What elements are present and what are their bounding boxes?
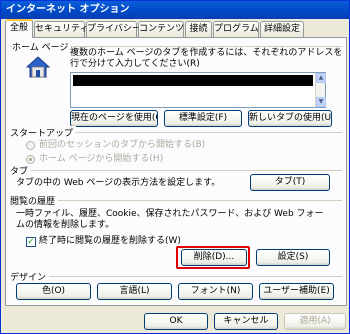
startup-option-last-session: 前回のセッションのタブから開始する(B): [39, 140, 206, 150]
startup-group-title: スタートアップ: [10, 126, 77, 139]
apply-button[interactable]: 適用(A): [284, 313, 346, 330]
delete-on-exit-label: 終了時に閲覧の履歴を削除する(W): [39, 236, 181, 246]
home-description: 複数のホーム ページのタブを作成するには、それぞれのアドレスを行で分けて入力して…: [70, 48, 343, 69]
general-tab-panel: ホーム ページ 複数のホーム ページのタブを作成するには、それぞれのアドレスを行…: [5, 37, 347, 306]
design-group-title: デザイン: [10, 270, 50, 283]
house-icon: [26, 56, 50, 78]
tab-content[interactable]: コンテンツ: [138, 21, 184, 37]
delete-on-exit-checkbox[interactable]: ✓: [26, 237, 36, 247]
tab-security[interactable]: セキュリティ: [34, 21, 88, 37]
internet-options-dialog: インターネット オプション 全般 セキュリティ プライバシー コンテンツ 接続 …: [0, 0, 350, 334]
history-settings-button[interactable]: 設定(S): [256, 249, 330, 266]
tab-strip: 全般 セキュリティ プライバシー コンテンツ 接続 プログラム 詳細設定: [3, 19, 347, 38]
scroll-up-icon[interactable]: ▲: [316, 73, 326, 83]
tab-programs[interactable]: プログラム: [213, 21, 259, 37]
history-description: 一時ファイル、履歴、Cookie、保存されたパスワード、および Web フォーム…: [16, 209, 324, 230]
startup-option-home-page: ホーム ページから開始する(H): [39, 154, 164, 164]
home-page-textarea[interactable]: ▲ ▼: [70, 72, 326, 108]
window-title: インターネット オプション: [6, 4, 130, 15]
title-bar: インターネット オプション: [1, 1, 349, 19]
tabs-description: タブの中の Web ページの表示方法を設定します。: [16, 178, 221, 188]
tab-advanced[interactable]: 詳細設定: [260, 21, 304, 37]
cancel-button[interactable]: キャンセル: [214, 313, 278, 330]
startup-radio-last-session[interactable]: [26, 141, 35, 150]
tab-general[interactable]: 全般: [5, 19, 33, 38]
design-group-line: [10, 276, 342, 277]
startup-radio-home-page[interactable]: [26, 155, 35, 164]
colors-button[interactable]: 色(O): [16, 283, 91, 300]
tabs-settings-button[interactable]: タブ(T): [250, 174, 330, 191]
home-field-scrollbar[interactable]: ▲ ▼: [315, 73, 326, 107]
tab-connections[interactable]: 接続: [185, 21, 212, 37]
use-default-button[interactable]: 標準設定(F): [164, 110, 242, 127]
accessibility-button[interactable]: ユーザー補助(E): [259, 283, 334, 300]
use-new-tab-button[interactable]: 新しいタブの使用(U): [248, 110, 332, 127]
use-current-button[interactable]: 現在のページを使用(C): [70, 110, 158, 127]
home-group-title: ホーム ページ: [12, 40, 72, 53]
tabs-group-title: タブ: [10, 164, 32, 177]
home-page-url-redacted: [73, 75, 313, 86]
ok-button[interactable]: OK: [144, 313, 208, 330]
history-group-title: 閲覧の履歴: [10, 194, 59, 207]
tab-privacy[interactable]: プライバシー: [86, 21, 141, 37]
fonts-button[interactable]: フォント(N): [178, 283, 253, 300]
languages-button[interactable]: 言語(L): [97, 283, 172, 300]
tabs-group-line: [10, 170, 342, 171]
delete-button-highlight: [176, 246, 250, 269]
scroll-down-icon[interactable]: ▼: [316, 97, 326, 107]
history-group-line: [10, 200, 342, 201]
